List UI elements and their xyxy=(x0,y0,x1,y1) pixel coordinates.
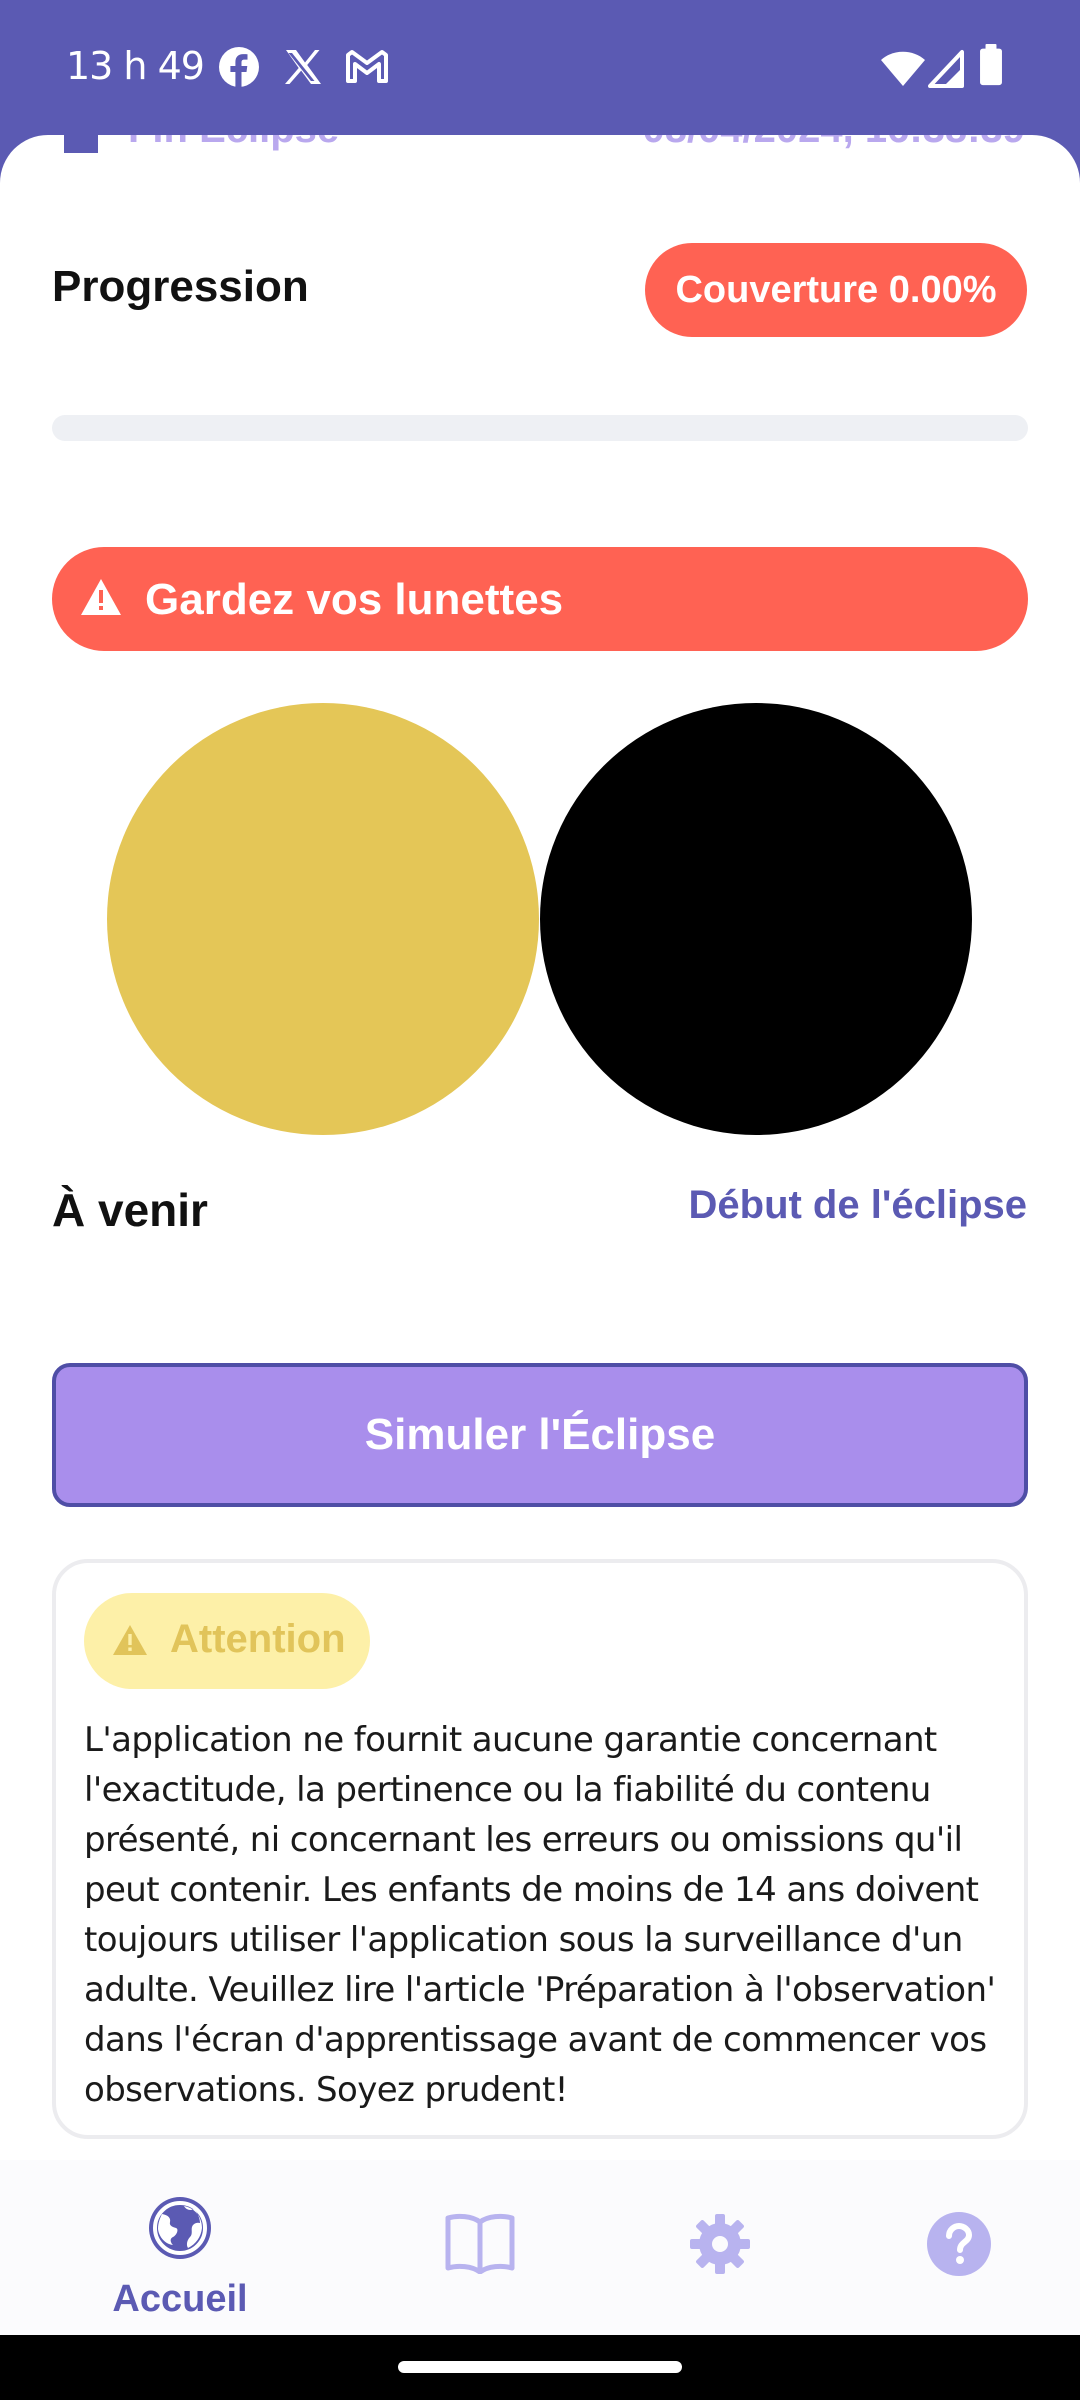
simulate-eclipse-button[interactable]: Simuler l'Éclipse xyxy=(52,1363,1028,1507)
nav-item-learn[interactable] xyxy=(430,2160,530,2335)
status-time: 13 h 49 xyxy=(66,44,205,88)
eclipse-end-row: Fin Éclipse 08/04/2024, 16:38:39 xyxy=(0,135,1080,159)
glasses-warning-label: Gardez vos lunettes xyxy=(145,575,564,624)
warning-icon xyxy=(113,1625,147,1655)
status-bar: 13 h 49 xyxy=(0,0,1080,135)
nav-item-home[interactable]: Accueil xyxy=(60,2160,300,2335)
gmail-icon xyxy=(346,50,388,83)
glasses-warning-banner: Gardez vos lunettes xyxy=(52,547,1028,651)
system-navigation-bar xyxy=(0,2335,1080,2400)
eclipse-status-label: À venir xyxy=(52,1184,208,1236)
battery-icon xyxy=(980,44,1002,86)
help-icon xyxy=(927,2212,991,2276)
gear-icon xyxy=(690,2214,750,2274)
book-icon xyxy=(445,2213,515,2274)
disclaimer-card: Attention L'application ne fournit aucun… xyxy=(52,1559,1028,2139)
wifi-icon xyxy=(881,51,925,86)
sun-disc xyxy=(107,703,539,1135)
eclipse-end-label: Fin Éclipse xyxy=(128,135,339,152)
nav-item-home-label: Accueil xyxy=(112,2278,248,2320)
nav-item-help[interactable] xyxy=(910,2160,1010,2335)
attention-badge: Attention xyxy=(84,1593,370,1689)
home-icon xyxy=(64,135,98,153)
x-icon xyxy=(285,50,321,84)
bottom-navigation: Accueil xyxy=(0,2160,1080,2335)
signal-icon xyxy=(928,50,964,88)
eclipse-end-date: 08/04/2024, 16:38:39 xyxy=(642,135,1025,152)
next-event-label: Début de l'éclipse xyxy=(688,1183,1028,1227)
home-gesture-handle[interactable] xyxy=(398,2361,682,2373)
progress-bar xyxy=(52,415,1028,441)
progress-title: Progression xyxy=(52,262,309,311)
nav-item-settings[interactable] xyxy=(670,2160,770,2335)
attention-label: Attention xyxy=(170,1617,346,1661)
disclaimer-text: L'application ne fournit aucune garantie… xyxy=(84,1720,996,2110)
coverage-badge: Couverture 0.00% xyxy=(645,243,1027,337)
facebook-icon xyxy=(219,47,259,87)
moon-disc xyxy=(540,703,972,1135)
globe-icon xyxy=(149,2197,211,2259)
main-content: Fin Éclipse 08/04/2024, 16:38:39 Progres… xyxy=(0,135,1080,2160)
warning-icon xyxy=(81,579,121,615)
